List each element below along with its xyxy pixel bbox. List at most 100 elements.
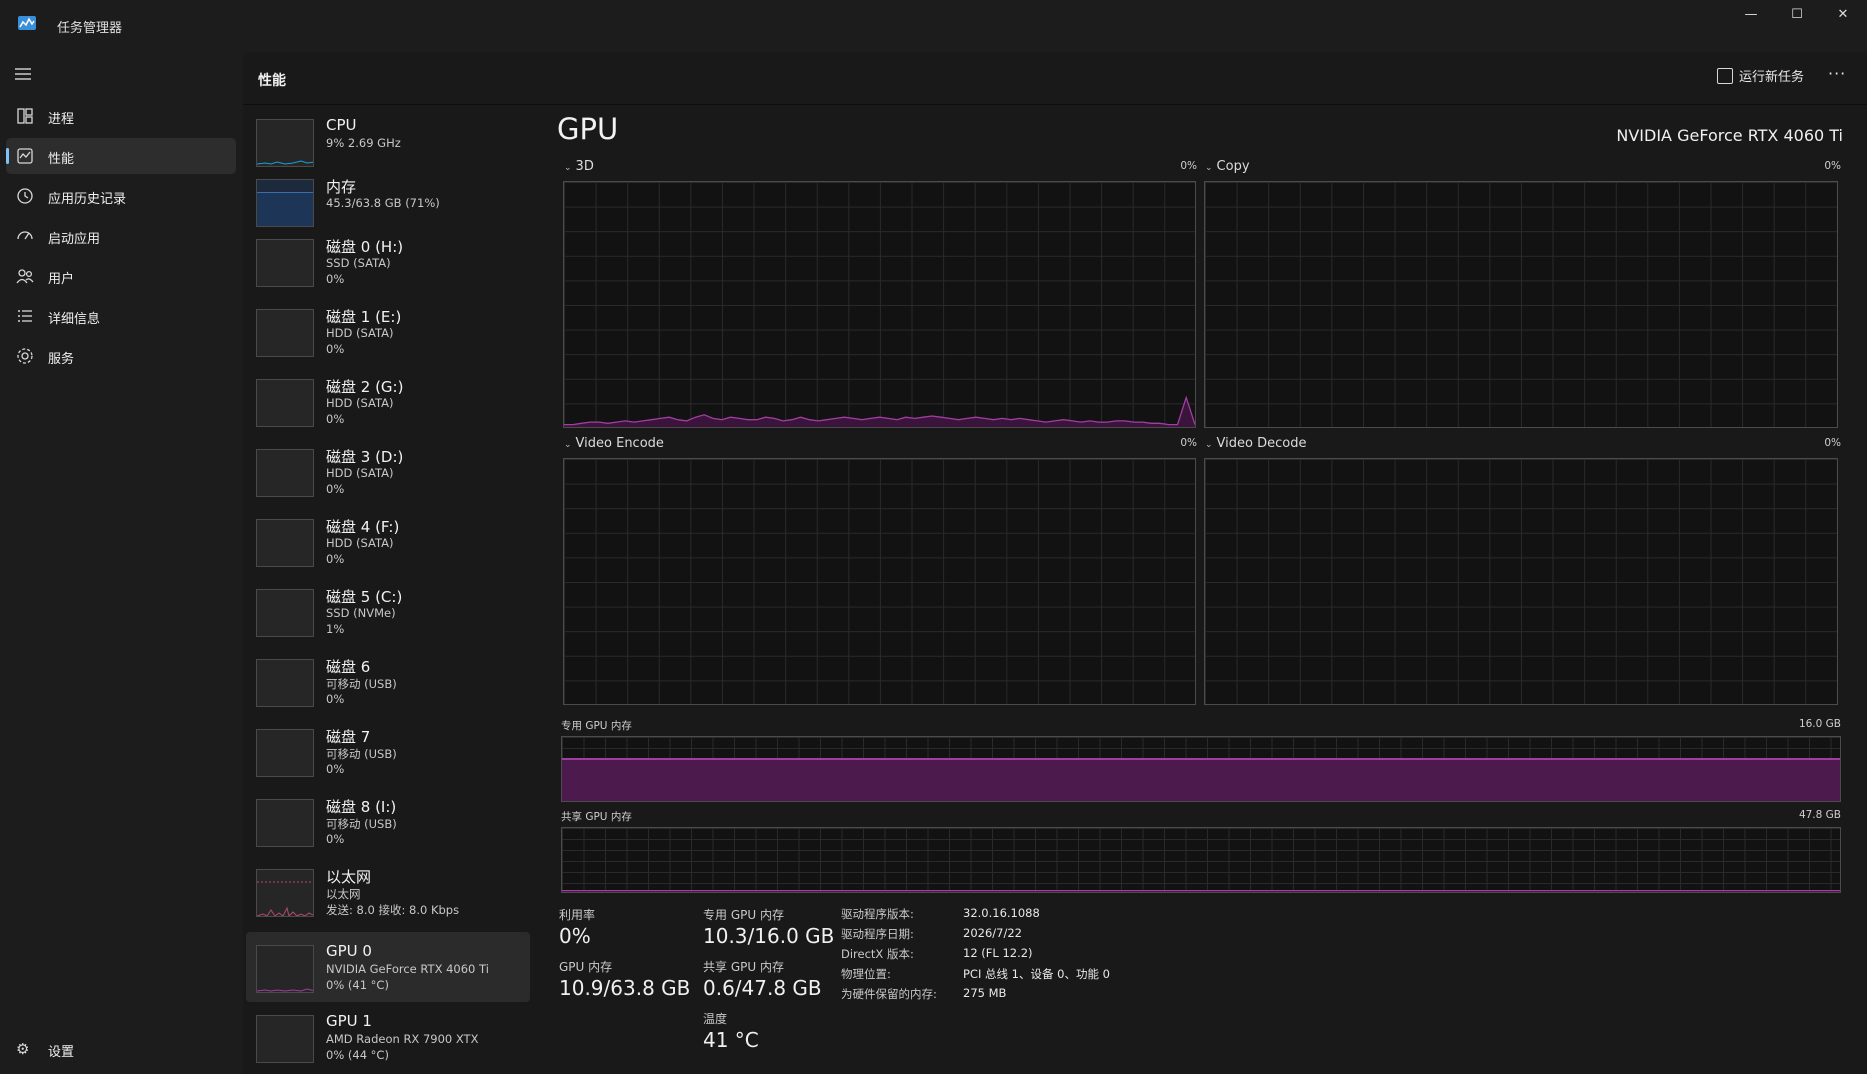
shared-memory-graph — [561, 827, 1841, 893]
device-thumbnail — [256, 519, 314, 567]
device-detail: HDD (SATA) — [326, 326, 394, 340]
engine-label: Video Decode — [1216, 436, 1307, 451]
device-thumbnail — [256, 1015, 314, 1063]
device-thumbnail — [256, 119, 314, 167]
driver-date-value: 2026/7/22 — [963, 926, 1022, 940]
device-detail: AMD Radeon RX 7900 XTX — [326, 1032, 479, 1046]
device-name: CPU — [326, 116, 357, 134]
physical-location-value: PCI 总线 1、设备 0、功能 0 — [963, 967, 1110, 981]
engine-selector-3d[interactable]: ⌄ 3D — [564, 159, 594, 174]
chevron-down-icon: ⌄ — [1205, 440, 1213, 450]
reserved-memory-value: 275 MB — [963, 986, 1007, 1000]
settings-button[interactable]: ⚙ 设置 — [6, 1031, 236, 1067]
nav-label: 用户 — [48, 272, 75, 287]
shared-memory-stat-value: 0.6/47.8 GB — [703, 976, 822, 1000]
device-item-disk-7[interactable]: 磁盘 7 可移动 (USB) 0% — [246, 716, 530, 786]
nav-item-users[interactable]: 用户 — [6, 258, 236, 294]
window-title: 任务管理器 — [57, 21, 123, 36]
device-detail: 可移动 (USB) — [326, 747, 397, 761]
device-thumbnail — [256, 449, 314, 497]
app-history-icon — [17, 188, 33, 204]
nav-item-services[interactable]: 服务 — [6, 338, 236, 374]
hamburger-menu-icon[interactable] — [14, 66, 32, 82]
engine-label: Video Encode — [575, 436, 664, 451]
device-detail: HDD (SATA) — [326, 536, 394, 550]
device-item-disk-5[interactable]: 磁盘 5 (C:) SSD (NVMe) 1% — [246, 576, 530, 646]
device-name: 磁盘 5 (C:) — [326, 588, 403, 606]
driver-version-value: 32.0.16.1088 — [963, 906, 1040, 920]
nav-label: 服务 — [48, 352, 75, 367]
device-list: CPU 9% 2.69 GHz 内存 45.3/63.8 GB (71%) 磁盘… — [246, 106, 530, 1074]
device-item-gpu-1[interactable]: GPU 1 AMD Radeon RX 7900 XTX 0% (44 °C) — [246, 1002, 530, 1072]
task-manager-window: 任务管理器 — ☐ ✕ 进程 性能 应用历史记录 启动应用 用户 详细信息 服务 — [0, 0, 1867, 1074]
device-name: GPU 0 — [326, 942, 372, 960]
performance-icon — [17, 148, 33, 164]
engine-label: 3D — [575, 159, 594, 174]
dedicated-memory-fill — [562, 758, 1840, 801]
driver-version-label: 驱动程序版本: — [841, 907, 914, 921]
device-name: 磁盘 1 (E:) — [326, 308, 402, 326]
device-detail: 以太网 — [326, 887, 361, 901]
minimize-button[interactable]: — — [1728, 4, 1774, 26]
device-item-disk-4[interactable]: 磁盘 4 (F:) HDD (SATA) 0% — [246, 506, 530, 576]
close-button[interactable]: ✕ — [1820, 4, 1866, 26]
title-bar: 任务管理器 — ☐ ✕ — [0, 0, 1867, 52]
device-thumbnail — [256, 945, 314, 993]
device-usage: 0% — [326, 832, 345, 846]
utilization-label: 利用率 — [559, 908, 596, 922]
nav-item-startup-apps[interactable]: 启动应用 — [6, 218, 236, 254]
engine-selector-copy[interactable]: ⌄ Copy — [1205, 159, 1250, 174]
more-options-button[interactable]: ··· — [1828, 64, 1852, 83]
dedicated-memory-stat-label: 专用 GPU 内存 — [703, 908, 784, 922]
page-header: 性能 运行新任务 ··· — [243, 52, 1867, 105]
device-item-ethernet[interactable]: 以太网 以太网 发送: 8.0 接收: 8.0 Kbps — [246, 856, 530, 926]
device-item-disk-6[interactable]: 磁盘 6 可移动 (USB) 0% — [246, 646, 530, 716]
device-detail: NVIDIA GeForce RTX 4060 Ti — [326, 962, 489, 976]
device-item-disk-3[interactable]: 磁盘 3 (D:) HDD (SATA) 0% — [246, 436, 530, 506]
device-item-disk-2[interactable]: 磁盘 2 (G:) HDD (SATA) 0% — [246, 366, 530, 436]
shared-memory-label: 共享 GPU 内存 — [561, 811, 632, 823]
nav-item-app-history[interactable]: 应用历史记录 — [6, 178, 236, 214]
device-name: 磁盘 3 (D:) — [326, 448, 404, 466]
device-name: GPU 1 — [326, 1012, 372, 1030]
settings-label: 设置 — [48, 1045, 75, 1060]
run-task-label: 运行新任务 — [1739, 70, 1805, 85]
driver-date-label: 驱动程序日期: — [841, 927, 914, 941]
device-name: 内存 — [326, 178, 357, 196]
device-item-disk-1[interactable]: 磁盘 1 (E:) HDD (SATA) 0% — [246, 296, 530, 366]
device-thumbnail — [256, 379, 314, 427]
device-detail: SSD (NVMe) — [326, 606, 396, 620]
device-name: 磁盘 6 — [326, 658, 371, 676]
run-new-task-button[interactable]: 运行新任务 — [1717, 66, 1804, 90]
device-thumbnail — [256, 179, 314, 227]
device-thumbnail — [256, 729, 314, 777]
services-icon — [17, 348, 33, 364]
maximize-button[interactable]: ☐ — [1774, 4, 1820, 26]
device-name: 磁盘 4 (F:) — [326, 518, 400, 536]
nav-item-performance[interactable]: 性能 — [6, 138, 236, 174]
engine-selector-video-decode[interactable]: ⌄ Video Decode — [1205, 436, 1306, 451]
processes-icon — [17, 108, 33, 124]
device-item-gpu-0[interactable]: GPU 0 NVIDIA GeForce RTX 4060 Ti 0% (41 … — [246, 932, 530, 1002]
graph-3d — [563, 181, 1196, 428]
device-item-disk-0[interactable]: 磁盘 0 (H:) SSD (SATA) 0% — [246, 226, 530, 296]
device-detail: 9% 2.69 GHz — [326, 136, 401, 150]
nav-label: 进程 — [48, 112, 75, 127]
chevron-down-icon: ⌄ — [564, 440, 572, 450]
device-usage: 0% (44 °C) — [326, 1048, 389, 1062]
engine-selector-video-encode[interactable]: ⌄ Video Encode — [564, 436, 664, 451]
nav-item-details[interactable]: 详细信息 — [6, 298, 236, 334]
reserved-memory-label: 为硬件保留的内存: — [841, 987, 937, 1001]
device-item-disk-8[interactable]: 磁盘 8 (I:) 可移动 (USB) 0% — [246, 786, 530, 856]
engine-percent: 0% — [1180, 160, 1197, 172]
device-usage: 0% — [326, 762, 345, 776]
temperature-value: 41 °C — [703, 1028, 759, 1052]
physical-location-label: 物理位置: — [841, 967, 891, 981]
device-usage: 0% — [326, 552, 345, 566]
shared-memory-max: 47.8 GB — [1798, 809, 1841, 821]
nav-item-processes[interactable]: 进程 — [6, 98, 236, 134]
page-title: 性能 — [258, 73, 286, 89]
device-usage: 1% — [326, 622, 345, 636]
utilization-value: 0% — [559, 924, 591, 948]
device-thumbnail — [256, 659, 314, 707]
